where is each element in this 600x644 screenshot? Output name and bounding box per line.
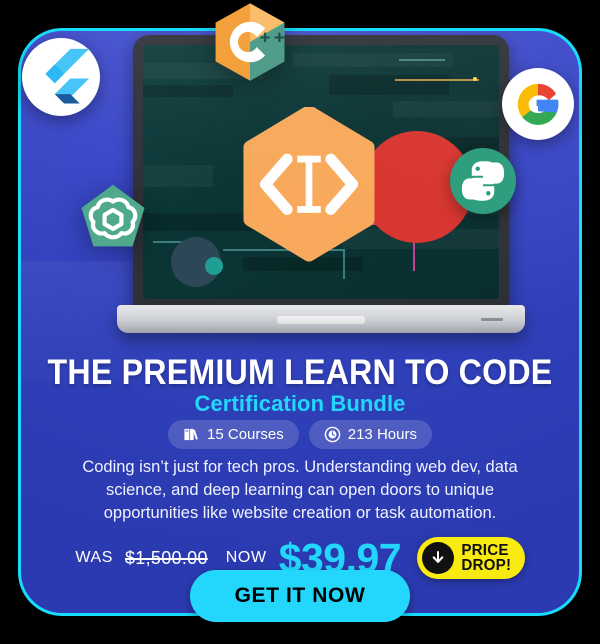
svg-text:+: +: [274, 27, 285, 48]
badge-hours: 213 Hours: [308, 420, 432, 449]
badge-hours-label: 213 Hours: [347, 426, 417, 443]
openai-logo-icon: [78, 182, 148, 252]
get-it-now-button[interactable]: GET IT NOW: [190, 570, 410, 622]
laptop-front-notch: [481, 318, 503, 321]
books-icon: [183, 426, 200, 443]
price-drop-badge: PRICE DROP!: [417, 537, 525, 579]
code-brackets-hexagon-icon: [225, 107, 393, 275]
was-label: WAS: [75, 549, 113, 566]
stats-badges: 15 Courses 213 Hours: [21, 420, 579, 449]
price-drop-text: PRICE DROP!: [461, 543, 512, 574]
description-text: Coding isn’t just for tech pros. Underst…: [82, 458, 518, 522]
laptop-trackpad: [277, 316, 365, 324]
promo-card: THE PREMIUM LEARN TO CODE Certification …: [18, 28, 582, 616]
google-logo-icon: [502, 68, 574, 140]
now-label: NOW: [225, 549, 267, 566]
arrow-down-icon: [422, 542, 455, 574]
python-logo-icon: [450, 148, 516, 214]
promo-banner: THE PREMIUM LEARN TO CODE Certification …: [0, 0, 600, 644]
page-title: THE PREMIUM LEARN TO CODE: [47, 353, 553, 392]
screen-teal-dot: [205, 257, 223, 275]
price-drop-line2: DROP!: [461, 557, 512, 574]
svg-text:+: +: [260, 27, 271, 48]
badge-courses: 15 Courses: [168, 420, 299, 449]
page-subtitle: Certification Bundle: [194, 391, 406, 416]
badge-courses-label: 15 Courses: [207, 426, 284, 443]
was-price: $1,500.00: [125, 547, 208, 568]
clock-icon: [324, 426, 341, 443]
laptop-screen: [143, 45, 499, 299]
cpp-logo-icon: + +: [208, 0, 292, 84]
flutter-logo-icon: [22, 38, 100, 116]
